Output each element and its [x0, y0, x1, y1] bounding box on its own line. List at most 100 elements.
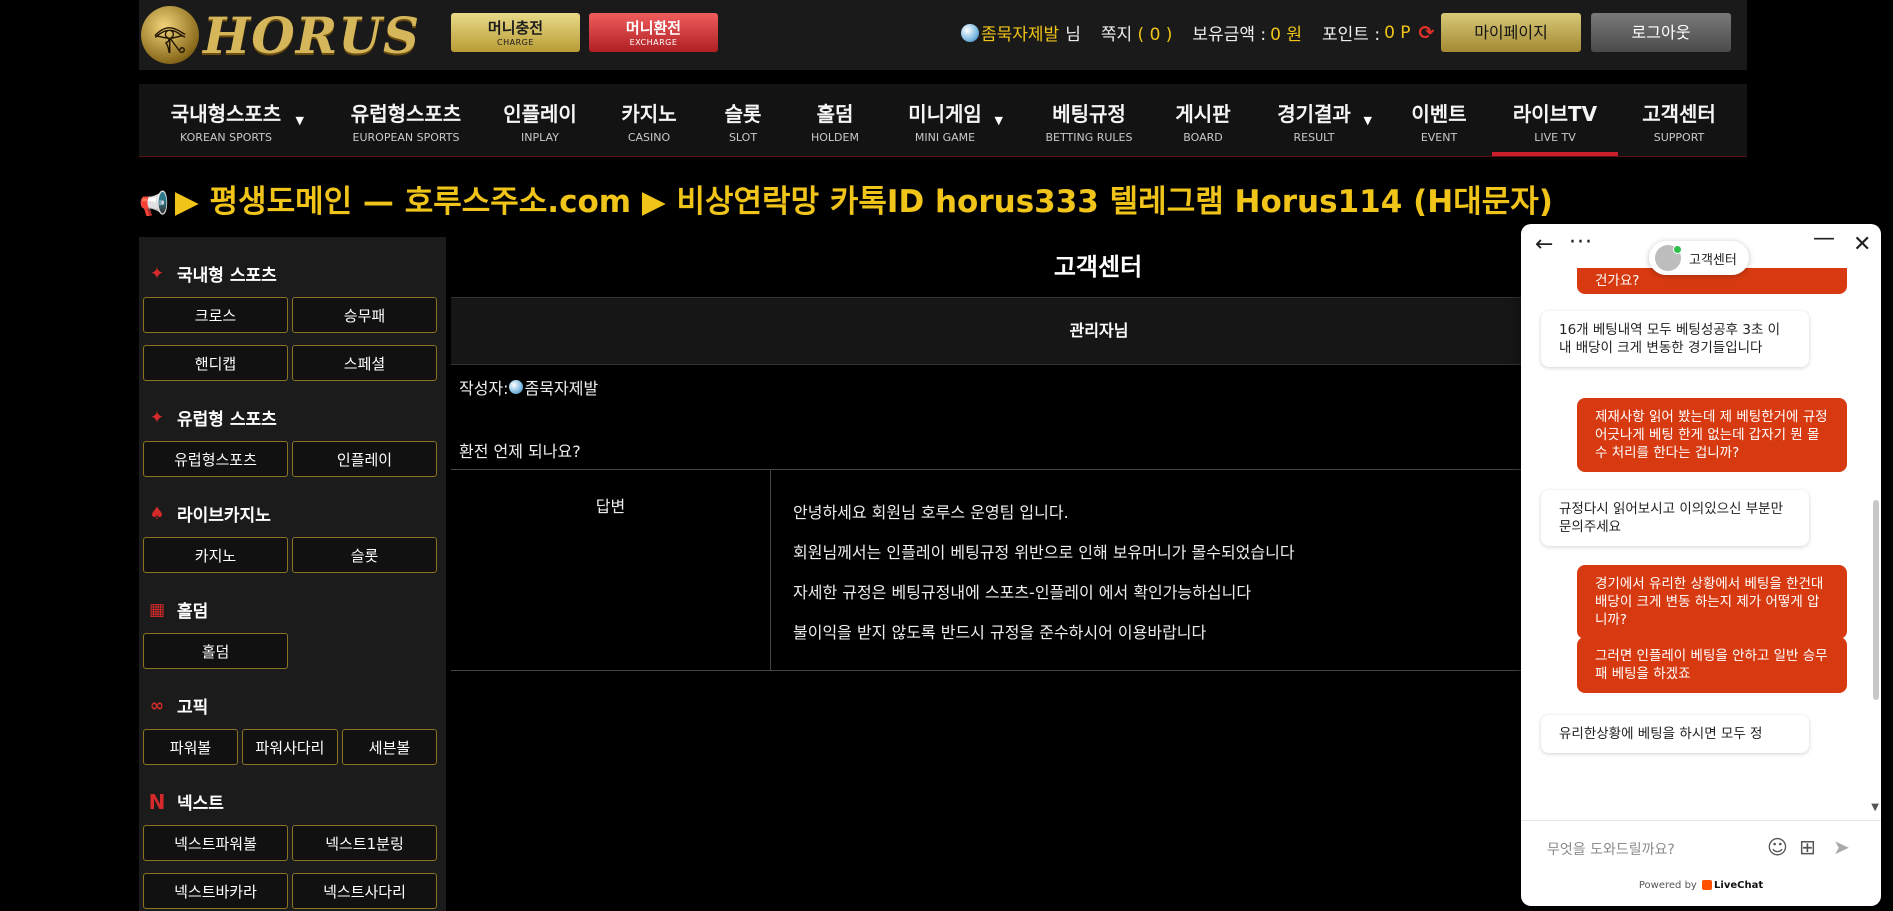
point-label: 포인트 :	[1322, 25, 1381, 45]
sidebar-btn-win-draw-lose[interactable]: 승무패	[292, 297, 437, 333]
nav-board[interactable]: 게시판 BOARD	[1173, 84, 1233, 156]
sidebar-section-label: 넥스트	[177, 794, 224, 814]
logout-button[interactable]: 로그아웃	[1591, 13, 1731, 52]
nav-label: 국내형스포츠	[170, 102, 282, 126]
sidebar-btn-cross[interactable]: 크로스	[143, 297, 288, 333]
sidebar-btn-special[interactable]: 스페셜	[292, 345, 437, 381]
pharaoh-logo-icon: 𓂀	[141, 6, 199, 64]
agent-badge: 고객센터	[1649, 241, 1749, 275]
nav-mini-game[interactable]: 미니게임 MINI GAME ▼	[905, 84, 1003, 156]
nav-live-tv[interactable]: 라이브TV LIVE TV	[1492, 84, 1618, 156]
author-row: 작성자: 좀묵자제발	[459, 375, 598, 399]
nav-label: 게시판	[1175, 102, 1231, 126]
chat-messages[interactable]: 건가요? 16개 베팅내역 모두 베팅성공후 3초 이내 배당이 크게 변동한 …	[1521, 268, 1871, 820]
logo[interactable]: 𓂀 HORUS	[141, 4, 421, 66]
nav-sub: BETTING RULES	[1045, 131, 1133, 144]
sidebar-btn-next-baccarat[interactable]: 넥스트바카라	[143, 873, 288, 909]
note-link[interactable]: 쪽지 ( 0 )	[1101, 20, 1173, 45]
nav-sub: KOREAN SPORTS	[180, 131, 272, 144]
nav-result[interactable]: 경기결과 RESULT ▼	[1274, 84, 1372, 156]
sidebar-btn-next-ladder[interactable]: 넥스트사다리	[292, 873, 437, 909]
notice-text: ▶ 평생도메인 — 호루스주소.com ▶ 비상연락망 카톡ID horus33…	[174, 184, 1553, 216]
exchange-label: 머니환전	[625, 19, 682, 37]
send-icon[interactable]: ➤	[1833, 835, 1850, 859]
nav-sub: LIVE TV	[1534, 131, 1576, 144]
answer-line: 불이익을 받지 않도록 반드시 규정을 준수하시어 이용바랍니다	[793, 623, 1207, 642]
exchange-button[interactable]: 머니환전 EXCHARGE	[589, 13, 718, 52]
nav-inplay[interactable]: 인플레이 INPLAY	[500, 84, 580, 156]
nav-sub: INPLAY	[521, 131, 559, 144]
emoji-icon[interactable]: ☺	[1767, 835, 1788, 859]
sidebar-btn-inplay[interactable]: 인플레이	[292, 441, 437, 477]
scroll-down-icon[interactable]: ▼	[1871, 802, 1879, 813]
sidebar-btn-next-1min-ring[interactable]: 넥스트1분링	[292, 825, 437, 861]
nav-label: 베팅규정	[1052, 102, 1126, 126]
sidebar-btn-slot[interactable]: 슬롯	[292, 537, 437, 573]
nav-korean-sports[interactable]: 국내형스포츠 KOREAN SPORTS ▼	[166, 84, 304, 156]
spade-icon: ♠	[149, 503, 165, 524]
sidebar-btn-handicap[interactable]: 핸디캡	[143, 345, 288, 381]
user-level-icon	[961, 23, 979, 42]
nav-event[interactable]: 이벤트 EVENT	[1407, 84, 1471, 156]
powered-by-label: Powered by	[1638, 880, 1697, 891]
nav-casino[interactable]: 카지노 CASINO	[619, 84, 679, 156]
nav-slot[interactable]: 슬롯 SLOT	[723, 84, 763, 156]
european-sports-icon: ✦	[149, 407, 165, 428]
minimize-icon[interactable]: —	[1813, 226, 1835, 251]
nav-label: 이벤트	[1411, 102, 1467, 126]
chat-message-out: 그러면 인플레이 베팅을 안하고 일반 승무패 베팅을 하겠죠	[1577, 637, 1847, 693]
sidebar-section-label: 유럽형 스포츠	[177, 410, 277, 430]
exchange-sub: EXCHARGE	[629, 38, 678, 47]
nav-support[interactable]: 고객센터 SUPPORT	[1639, 84, 1719, 156]
more-options-icon[interactable]: ···	[1569, 230, 1593, 255]
header: 𓂀 HORUS 머니충전 CHARGE 머니환전 EXCHARGE 좀묵자제발 …	[139, 0, 1747, 70]
answer-line: 자세한 규정은 베팅규정내에 스포츠-인플레이 에서 확인가능하십니다	[793, 583, 1252, 602]
notice-marquee: 📢 ▶ 평생도메인 — 호루스주소.com ▶ 비상연락망 카톡ID horus3…	[139, 176, 1747, 216]
chat-scrollbar[interactable]	[1873, 268, 1879, 820]
attach-icon[interactable]: ⊞	[1799, 835, 1816, 859]
charge-label: 머니충전	[487, 19, 544, 37]
sidebar-btn-holdem[interactable]: 홀덤	[143, 633, 288, 669]
nav-sub: CASINO	[627, 131, 671, 144]
sidebar-section-label: 홀덤	[177, 602, 209, 622]
nav-betting-rules[interactable]: 베팅규정 BETTING RULES	[1044, 84, 1134, 156]
user-level-icon	[508, 380, 523, 394]
sidebar-btn-casino[interactable]: 카지노	[143, 537, 288, 573]
sidebar-section-title: ∞ 고픽	[145, 693, 209, 719]
next-icon: N	[148, 789, 166, 814]
sidebar-btn-next-powerball[interactable]: 넥스트파워볼	[143, 825, 288, 861]
nav-sub: SUPPORT	[1653, 131, 1705, 144]
avatar	[1655, 245, 1682, 271]
nav-european-sports[interactable]: 유럽형스포츠 EUROPEAN SPORTS	[346, 84, 466, 156]
nav-sub: HOLDEM	[811, 131, 859, 144]
sidebar-btn-seven-ball[interactable]: 세븐볼	[342, 729, 437, 765]
chat-message-in: 유리한상황에 베팅을 하시면 모두 정	[1541, 715, 1809, 753]
nav-label: 라이브TV	[1512, 102, 1598, 126]
balance-label: 보유금액 :	[1192, 25, 1267, 45]
scroll-thumb[interactable]	[1873, 500, 1879, 700]
sidebar-btn-powerball[interactable]: 파워볼	[143, 729, 238, 765]
close-icon[interactable]: ✕	[1853, 232, 1871, 257]
sidebar-section-label: 고픽	[177, 698, 209, 718]
agent-name: 고객센터	[1689, 252, 1737, 268]
megaphone-icon: 📢	[139, 190, 169, 216]
sidebar-btn-power-ladder[interactable]: 파워사다리	[242, 729, 338, 765]
livechat-logo-icon	[1702, 880, 1713, 890]
korean-sports-icon: ✦	[149, 263, 165, 284]
nav-sub: MINI GAME	[914, 131, 976, 144]
mypage-button[interactable]: 마이페이지	[1441, 13, 1581, 52]
answer-line: 안녕하세요 회원님 호루스 운영팀 입니다.	[793, 503, 1069, 522]
chat-message-out: 제재사항 읽어 봤는데 제 베팅한거에 규정 어긋나게 베팅 한게 없는데 갑자…	[1577, 398, 1847, 472]
point-value: 0 P	[1384, 22, 1411, 43]
powered-by[interactable]: Powered by LiveChat	[1521, 880, 1881, 891]
user-info: 좀묵자제발 님 쪽지 ( 0 ) 보유금액 : 0 원 포인트 : 0 P ⟳	[961, 20, 1434, 45]
refresh-icon[interactable]: ⟳	[1419, 22, 1435, 44]
charge-button[interactable]: 머니충전 CHARGE	[451, 13, 580, 52]
livechat-brand: LiveChat	[1714, 880, 1764, 891]
username: 좀묵자제발	[981, 25, 1060, 45]
nav-holdem[interactable]: 홀덤 HOLDEM	[810, 84, 860, 156]
livechat-widget: ← ··· — ✕ 고객센터 건가요? 16개 베팅내역 모두 베팅성공후 3초…	[1521, 224, 1881, 906]
back-arrow-icon[interactable]: ←	[1535, 232, 1553, 257]
sidebar-btn-european-sports[interactable]: 유럽형스포츠	[143, 441, 288, 477]
chat-input[interactable]: 무엇을 도와드릴까요?	[1547, 839, 1675, 859]
